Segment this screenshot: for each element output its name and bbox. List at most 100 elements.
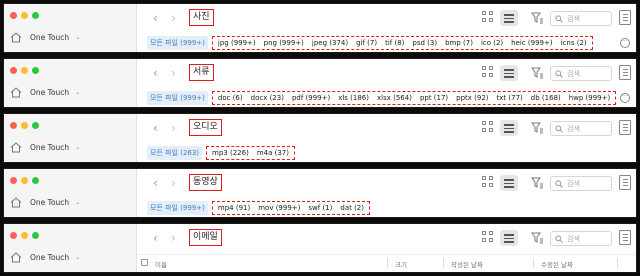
device-selector[interactable]: One Touch ⌄ <box>10 31 80 43</box>
device-selector[interactable]: One Touch ⌄ <box>10 86 80 98</box>
filter-icon[interactable] <box>531 177 544 191</box>
extension-chip[interactable]: bmp (7) <box>442 38 476 48</box>
info-panel-icon[interactable] <box>619 230 631 245</box>
all-files-chip[interactable]: 모든 파일 (999+) <box>147 36 208 50</box>
device-selector[interactable]: One Touch ⌄ <box>10 251 80 263</box>
finder-window: One Touch ⌄ ‹ › 동영상 검색 모든 파일 (999+) mp4 (91) mov… <box>3 168 637 218</box>
grid-view-icon[interactable] <box>482 176 496 190</box>
extension-chip[interactable]: pdf (999+) <box>289 93 333 103</box>
list-view-icon[interactable] <box>500 65 518 81</box>
zoom-window-button[interactable] <box>32 12 39 19</box>
forward-button[interactable]: › <box>171 232 176 244</box>
column-name[interactable]: 이름 <box>155 259 167 269</box>
list-view-icon[interactable] <box>500 175 518 191</box>
device-selector[interactable]: One Touch ⌄ <box>10 141 80 153</box>
close-window-button[interactable] <box>10 177 17 184</box>
extension-chip[interactable]: icns (2) <box>558 38 590 48</box>
extension-chip[interactable]: xlsx (564) <box>374 93 415 103</box>
chevron-down-icon: ⌄ <box>75 33 81 41</box>
minimize-window-button[interactable] <box>21 122 28 129</box>
search-field[interactable]: 검색 <box>550 11 612 26</box>
all-files-chip[interactable]: 모든 파일 (263) <box>147 146 203 160</box>
column-divider <box>533 258 534 268</box>
close-window-button[interactable] <box>10 12 17 19</box>
extension-chip[interactable]: hwp (999+) <box>566 93 614 103</box>
extension-chip[interactable]: jpeg (374) <box>309 38 351 48</box>
grid-view-icon[interactable] <box>482 121 496 135</box>
info-panel-icon[interactable] <box>619 65 631 80</box>
extension-chip[interactable]: m4a (37) <box>254 148 292 158</box>
list-view-icon[interactable] <box>500 120 518 136</box>
close-window-button[interactable] <box>10 232 17 239</box>
back-button[interactable]: ‹ <box>153 12 158 24</box>
back-button[interactable]: ‹ <box>153 122 158 134</box>
extension-chip[interactable]: xls (186) <box>335 93 372 103</box>
extension-chip[interactable]: doc (6) <box>215 93 246 103</box>
filter-icon[interactable] <box>531 67 544 81</box>
grid-view-icon[interactable] <box>482 11 496 25</box>
close-window-button[interactable] <box>10 67 17 74</box>
forward-button[interactable]: › <box>171 12 176 24</box>
extension-chip[interactable]: docx (23) <box>248 93 287 103</box>
extension-chip[interactable]: tif (8) <box>382 38 407 48</box>
list-view-icon[interactable] <box>500 230 518 246</box>
extension-chip[interactable]: db (168) <box>528 93 564 103</box>
filter-icon[interactable] <box>531 122 544 136</box>
info-panel-icon[interactable] <box>619 10 631 25</box>
back-button[interactable]: ‹ <box>153 67 158 79</box>
more-options-icon[interactable]: ··· <box>620 93 630 103</box>
all-files-chip[interactable]: 모든 파일 (999+) <box>147 91 208 105</box>
device-name: One Touch <box>30 87 70 97</box>
forward-button[interactable]: › <box>171 122 176 134</box>
device-selector[interactable]: One Touch ⌄ <box>10 196 80 208</box>
sidebar: One Touch ⌄ <box>4 59 137 107</box>
forward-button[interactable]: › <box>171 177 176 189</box>
info-panel-icon[interactable] <box>619 120 631 135</box>
search-field[interactable]: 검색 <box>550 66 612 81</box>
category-title: 서류 <box>189 64 214 81</box>
zoom-window-button[interactable] <box>32 177 39 184</box>
extension-chip[interactable]: txt (77) <box>494 93 526 103</box>
search-field[interactable]: 검색 <box>550 176 612 191</box>
minimize-window-button[interactable] <box>21 12 28 19</box>
column-size[interactable]: 크기 <box>395 259 407 269</box>
zoom-window-button[interactable] <box>32 122 39 129</box>
more-options-icon[interactable]: ··· <box>620 38 630 48</box>
back-button[interactable]: ‹ <box>153 232 158 244</box>
minimize-window-button[interactable] <box>21 232 28 239</box>
zoom-window-button[interactable] <box>32 232 39 239</box>
filter-icon[interactable] <box>531 12 544 26</box>
info-panel-icon[interactable] <box>619 175 631 190</box>
column-modified[interactable]: 수정된 날짜 <box>541 259 573 269</box>
forward-button[interactable]: › <box>171 67 176 79</box>
extension-chip[interactable]: ppt (17) <box>417 93 451 103</box>
finder-window: One Touch ⌄ ‹ › 서류 검색모든 파일 (999+) doc (6) docx … <box>3 58 637 108</box>
grid-view-icon[interactable] <box>482 66 496 80</box>
select-all-checkbox[interactable] <box>141 259 148 266</box>
extension-chip[interactable]: mov (999+) <box>255 203 303 213</box>
extension-chip[interactable]: mp4 (91) <box>215 203 253 213</box>
grid-view-icon[interactable] <box>482 231 496 245</box>
back-button[interactable]: ‹ <box>153 177 158 189</box>
extension-chip[interactable]: pptx (92) <box>453 93 491 103</box>
filter-icon[interactable] <box>531 232 544 246</box>
extension-chip[interactable]: swf (1) <box>305 203 335 213</box>
all-files-chip[interactable]: 모든 파일 (999+) <box>147 201 208 215</box>
extension-chip[interactable]: heic (999+) <box>508 38 555 48</box>
zoom-window-button[interactable] <box>32 67 39 74</box>
list-view-icon[interactable] <box>500 10 518 26</box>
extension-list-highlight: mp4 (91) mov (999+) swf (1) dat (2) <box>211 201 370 215</box>
extension-chip[interactable]: ico (2) <box>478 38 506 48</box>
extension-chip[interactable]: mp3 (226) <box>209 148 252 158</box>
extension-chip[interactable]: gif (7) <box>353 38 380 48</box>
column-created[interactable]: 작성된 날짜 <box>451 259 483 269</box>
search-field[interactable]: 검색 <box>550 231 612 246</box>
minimize-window-button[interactable] <box>21 177 28 184</box>
minimize-window-button[interactable] <box>21 67 28 74</box>
close-window-button[interactable] <box>10 122 17 129</box>
extension-chip[interactable]: jpg (999+) <box>215 38 259 48</box>
extension-chip[interactable]: psd (3) <box>409 38 440 48</box>
extension-chip[interactable]: png (999+) <box>261 38 307 48</box>
search-field[interactable]: 검색 <box>550 121 612 136</box>
extension-chip[interactable]: dat (2) <box>337 203 367 213</box>
